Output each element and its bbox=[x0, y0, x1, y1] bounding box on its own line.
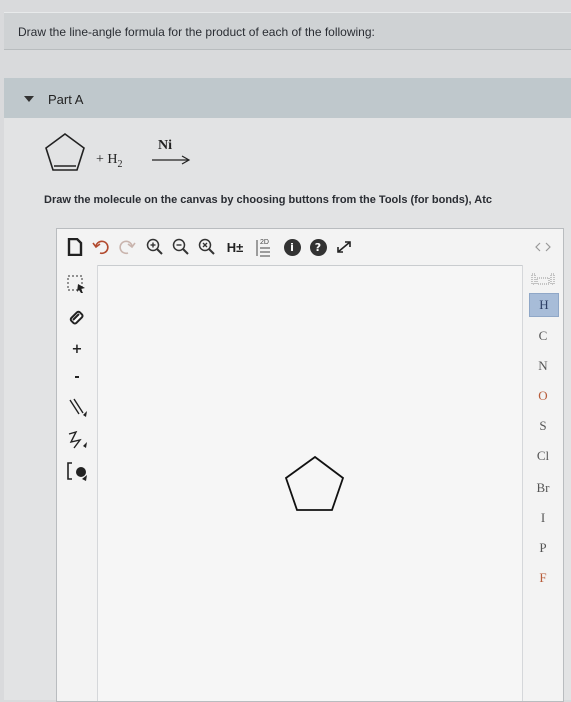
question-instruction: Draw the line-angle formula for the prod… bbox=[18, 25, 375, 39]
bond-tool-icon[interactable] bbox=[65, 395, 89, 421]
help-icon[interactable]: ? bbox=[307, 236, 329, 258]
zoom-out-icon[interactable] bbox=[171, 236, 191, 258]
new-document-icon[interactable] bbox=[65, 237, 85, 257]
hydrogen-toggle-button[interactable]: H± bbox=[223, 237, 247, 257]
element-n-button[interactable]: N bbox=[529, 355, 557, 377]
catalyst-label: Ni bbox=[158, 138, 172, 153]
left-toolbar: + bbox=[57, 265, 98, 701]
help-icon-glyph: ? bbox=[309, 238, 327, 256]
reagent-plus-h: + H bbox=[96, 152, 118, 167]
info-icon[interactable]: i bbox=[281, 236, 303, 258]
panel-toggle-icon[interactable] bbox=[533, 239, 553, 255]
positive-charge-icon[interactable]: + bbox=[65, 339, 89, 359]
expand-icon[interactable] bbox=[333, 237, 355, 257]
zoom-reset-icon[interactable] bbox=[197, 236, 217, 258]
reaction-scheme: + H2 Ni bbox=[42, 130, 242, 180]
cyclopentene-structure bbox=[45, 133, 85, 171]
molecule-editor: H± 2D i ? + H C N O S Cl Br I P F bbox=[56, 228, 564, 702]
element-i-button[interactable]: I bbox=[529, 507, 557, 529]
reagent-subscript: 2 bbox=[117, 158, 123, 170]
part-label: Part A bbox=[48, 92, 84, 107]
drawing-canvas[interactable] bbox=[98, 266, 522, 701]
zoom-in-icon[interactable] bbox=[145, 236, 165, 258]
template-tool-icon[interactable] bbox=[65, 459, 89, 483]
canvas-instruction: Draw the molecule on the canvas by choos… bbox=[44, 194, 492, 206]
element-c-button[interactable]: C bbox=[529, 325, 557, 347]
element-h-button[interactable]: H bbox=[529, 293, 559, 317]
element-br-button[interactable]: Br bbox=[529, 477, 557, 499]
element-toolbar: H C N O S Cl Br I P F bbox=[522, 265, 563, 701]
cyclopentane-structure bbox=[284, 455, 345, 511]
selection-tool-icon[interactable] bbox=[65, 273, 89, 295]
reagent-text: + H2 bbox=[96, 152, 123, 170]
chain-tool-icon[interactable] bbox=[65, 427, 89, 451]
redo-icon[interactable] bbox=[117, 237, 137, 257]
top-toolbar: H± 2D i ? bbox=[57, 229, 563, 266]
part-a-header[interactable]: Part A bbox=[4, 78, 571, 119]
info-icon-glyph: i bbox=[283, 238, 301, 256]
element-s-button[interactable]: S bbox=[529, 415, 557, 437]
question-header: Draw the line-angle formula for the prod… bbox=[4, 12, 571, 50]
periodic-table-icon[interactable] bbox=[529, 269, 557, 289]
element-cl-button[interactable]: Cl bbox=[529, 445, 557, 467]
clean-2d-label: 2D bbox=[260, 239, 269, 246]
collapse-arrow-icon[interactable] bbox=[24, 96, 34, 102]
negative-charge-icon[interactable] bbox=[65, 367, 89, 387]
reaction-arrow-icon bbox=[152, 155, 191, 165]
undo-icon[interactable] bbox=[91, 237, 111, 257]
element-o-button[interactable]: O bbox=[529, 385, 557, 407]
element-f-button[interactable]: F bbox=[529, 567, 557, 589]
eraser-icon[interactable] bbox=[65, 307, 89, 329]
clean-2d-button[interactable]: 2D bbox=[253, 235, 275, 259]
element-p-button[interactable]: P bbox=[529, 537, 557, 559]
